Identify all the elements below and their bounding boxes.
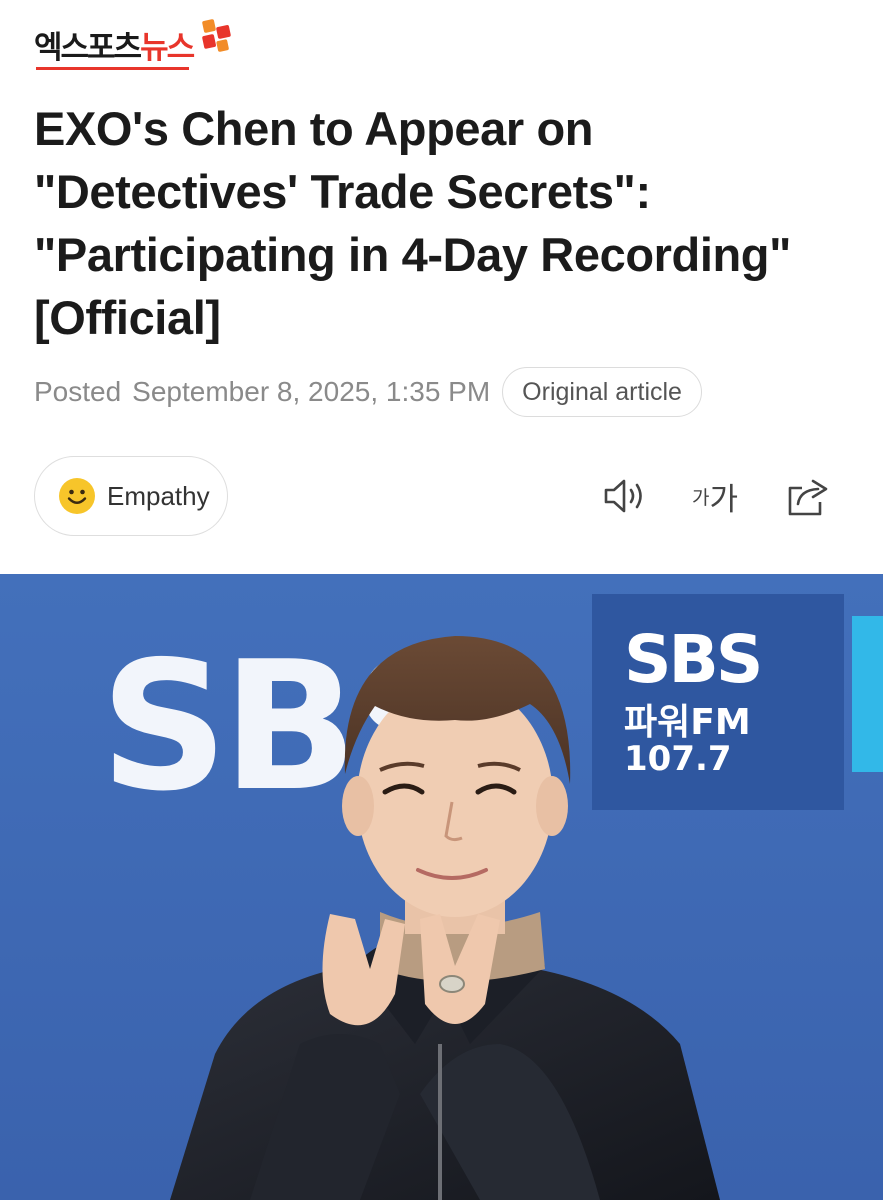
logo-text-dark: 엑스포츠 xyxy=(34,30,142,66)
article-title: EXO's Chen to Appear on "Detectives' Tra… xyxy=(34,97,854,349)
title-line: "Participating in 4-Day Recording" xyxy=(34,228,791,281)
empathy-button[interactable]: Empathy xyxy=(34,456,228,536)
logo-text-red: 뉴스 xyxy=(140,30,195,66)
panel-line-2: 파워FM xyxy=(624,702,751,743)
logo-underline xyxy=(36,67,190,70)
share-icon xyxy=(788,479,828,516)
panel-line-3: 107.7 xyxy=(624,739,732,779)
panel-line-1: SBS xyxy=(624,621,760,698)
logo-mark-icon xyxy=(202,19,231,52)
article-meta: Posted September 8, 2025, 1:35 PM Origin… xyxy=(34,366,702,418)
font-size-large-glyph: 가 xyxy=(709,481,739,518)
speaker-icon xyxy=(604,479,642,513)
title-line: EXO's Chen to Appear on xyxy=(34,102,594,155)
empathy-label: Empathy xyxy=(107,480,210,511)
smiley-face-icon xyxy=(59,478,95,514)
posted-date: September 8, 2025, 1:35 PM xyxy=(132,376,491,407)
title-line: [Official] xyxy=(34,291,221,344)
posted-label: Posted xyxy=(34,376,122,407)
share-button[interactable] xyxy=(786,474,830,518)
title-line: "Detectives' Trade Secrets": xyxy=(34,165,651,218)
font-size-button[interactable]: 가가 xyxy=(692,474,738,518)
article-photo: SBS SBS 파워FM 107.7 xyxy=(0,574,883,1200)
font-size-small-glyph: 가 xyxy=(692,486,710,509)
original-article-button[interactable]: Original article xyxy=(502,367,702,417)
publisher-logo[interactable]: 엑스포츠뉴스 xyxy=(34,18,233,70)
photo-illustration: SBS SBS 파워FM 107.7 xyxy=(0,574,883,1200)
publisher-logo-text: 엑스포츠뉴스 xyxy=(34,30,195,66)
backdrop-accent-bar xyxy=(852,616,883,772)
listen-button[interactable] xyxy=(603,474,647,518)
